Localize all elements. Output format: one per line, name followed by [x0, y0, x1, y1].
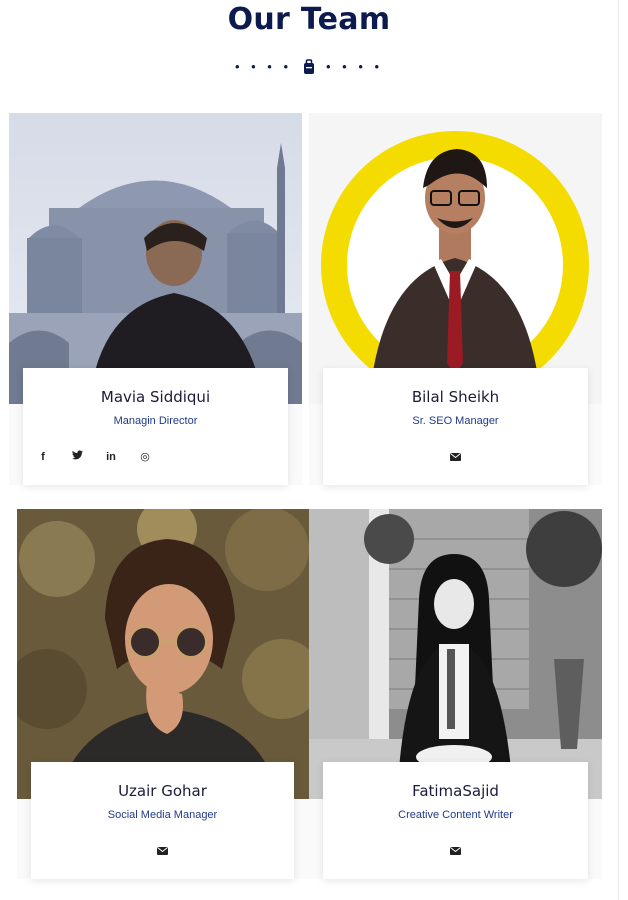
team-card-fatima: FatimaSajid Creative Content Writer: [309, 509, 602, 879]
linkedin-icon[interactable]: in: [105, 451, 117, 463]
page-edge-rule: [618, 0, 619, 900]
team-card-uzair: Uzair Gohar Social Media Manager: [17, 509, 310, 879]
divider-dots-left: • • • •: [234, 59, 292, 74]
twitter-icon[interactable]: [71, 450, 83, 463]
member-name: Uzair Gohar: [118, 782, 207, 800]
title-divider: • • • • • • • •: [0, 58, 618, 76]
member-info-box: FatimaSajid Creative Content Writer: [323, 762, 588, 879]
social-links: [323, 453, 588, 461]
member-role: Creative Content Writer: [398, 809, 513, 821]
social-links: [323, 847, 588, 855]
member-info-box: Mavia Siddiqui Managin Director f in ◎: [23, 368, 288, 485]
social-links: [31, 847, 294, 855]
section-title: Our Team: [227, 2, 391, 37]
social-links: f in ◎: [37, 450, 151, 463]
member-role: Sr. SEO Manager: [412, 415, 499, 427]
email-icon[interactable]: [157, 847, 168, 855]
member-photo: [9, 113, 302, 404]
divider-dots-right: • • • •: [326, 59, 384, 74]
member-role: Managin Director: [113, 415, 198, 427]
member-name: Bilal Sheikh: [411, 388, 500, 406]
member-info-box: Uzair Gohar Social Media Manager: [31, 762, 294, 879]
member-name: Mavia Siddiqui: [100, 388, 211, 406]
briefcase-icon: [304, 59, 314, 74]
email-icon[interactable]: [450, 453, 461, 461]
team-card-bilal: Bilal Sheikh Sr. SEO Manager: [309, 113, 602, 485]
member-photo: [17, 509, 310, 799]
facebook-icon[interactable]: f: [37, 451, 49, 463]
instagram-icon[interactable]: ◎: [139, 450, 151, 463]
member-name: FatimaSajid: [412, 782, 499, 800]
member-info-box: Bilal Sheikh Sr. SEO Manager: [323, 368, 588, 485]
member-role: Social Media Manager: [107, 809, 218, 821]
member-photo: [309, 509, 602, 799]
email-icon[interactable]: [450, 847, 461, 855]
member-photo: [309, 113, 602, 404]
team-card-mavia: Mavia Siddiqui Managin Director f in ◎: [9, 113, 302, 485]
